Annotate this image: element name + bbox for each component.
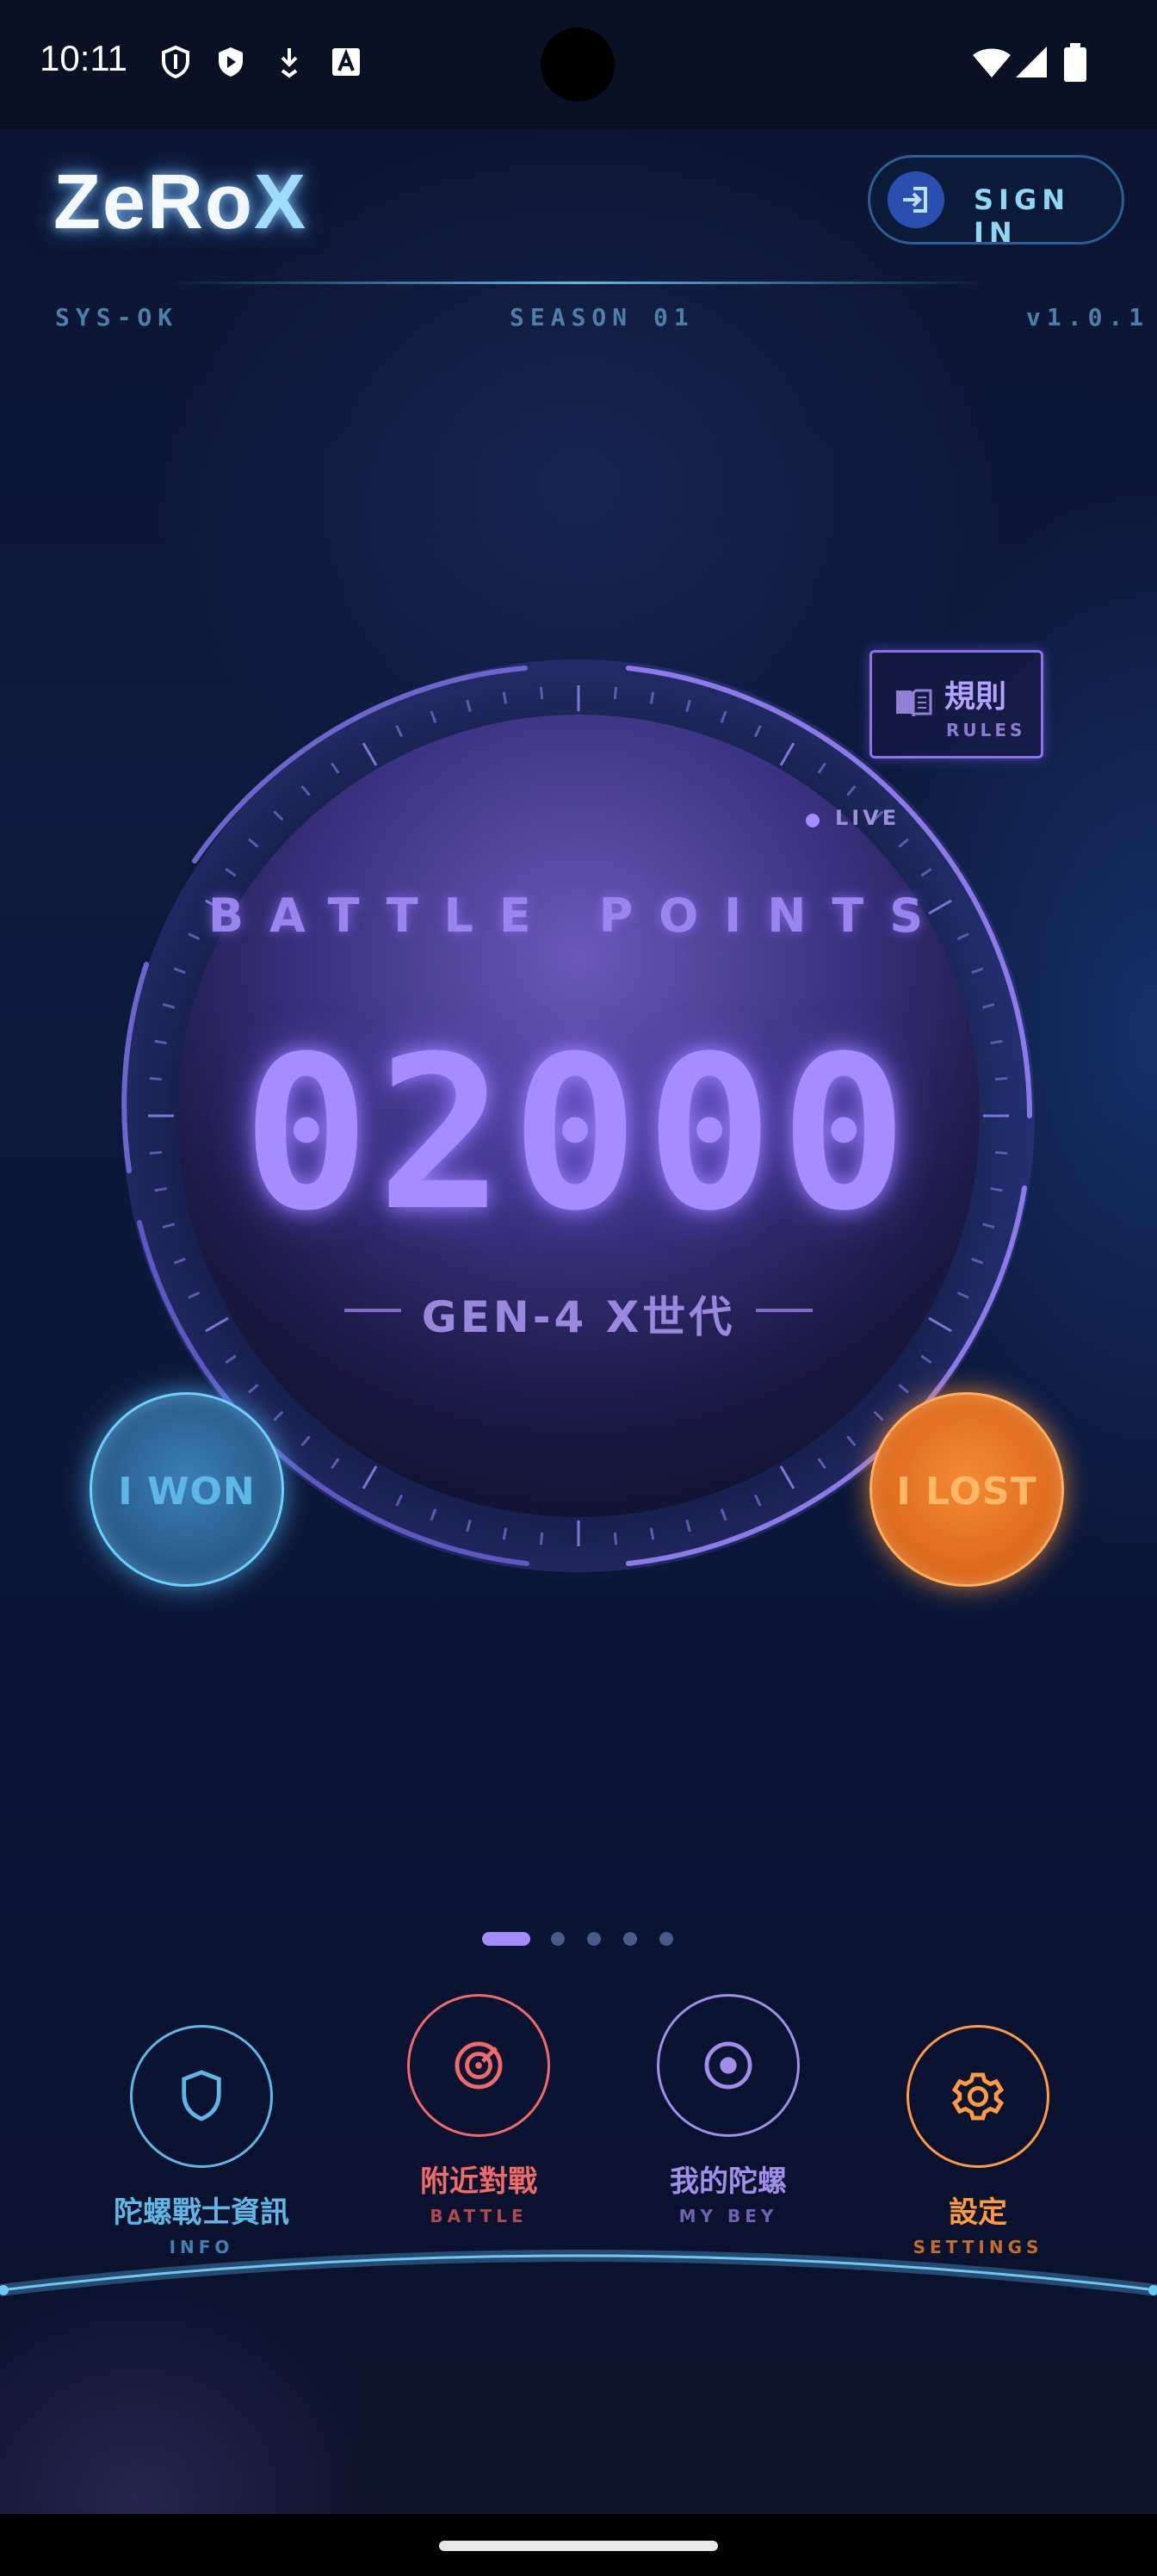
live-label: LIVE xyxy=(835,806,900,830)
gear-icon xyxy=(951,2072,1005,2121)
shield-outline-icon xyxy=(162,45,189,79)
generation-rule-right xyxy=(756,1309,813,1312)
nav-label-my-bey: 我的陀螺 xyxy=(670,2164,787,2199)
nav-item-my-bey[interactable]: 我的陀螺 MY BEY xyxy=(599,1994,857,2235)
app-logo: ZeRoX xyxy=(53,159,308,245)
live-indicator-dot xyxy=(806,814,820,827)
status-time: 10:11 xyxy=(40,38,127,78)
target-icon xyxy=(455,2041,503,2090)
book-icon xyxy=(896,689,932,717)
nav-label-battle: 附近對戰 xyxy=(420,2164,537,2199)
spinner-dot-icon xyxy=(704,2041,752,2090)
header-divider xyxy=(169,282,988,284)
login-icon xyxy=(888,171,944,228)
page-dot[interactable] xyxy=(551,1932,565,1946)
rules-sublabel: RULES xyxy=(946,720,1026,740)
nav-sub-info: INFO xyxy=(169,2237,234,2257)
wifi-icon xyxy=(973,48,1011,77)
page-dot[interactable] xyxy=(623,1932,637,1946)
version-label: v1.0.1 xyxy=(1026,303,1150,331)
gesture-handle[interactable] xyxy=(439,2541,718,2551)
nav-label-settings: 設定 xyxy=(949,2195,1007,2230)
battle-points-title: BATTLE POINTS xyxy=(207,889,950,943)
sign-in-label: SIGN IN xyxy=(974,183,1070,249)
battery-icon xyxy=(1064,43,1086,82)
shield-icon xyxy=(182,2070,221,2121)
rules-button[interactable]: 規則 RULES xyxy=(869,650,1043,759)
nav-sub-battle: BATTLE xyxy=(430,2206,528,2226)
font-a-icon xyxy=(332,48,360,76)
nav-sub-my-bey: MY BEY xyxy=(678,2206,778,2226)
sign-in-button[interactable]: SIGN IN xyxy=(868,155,1124,249)
download-icon xyxy=(281,48,298,78)
gauge-tick xyxy=(613,686,618,699)
i-lost-button[interactable]: I LOST xyxy=(869,1392,1064,1587)
nav-item-battle[interactable]: 附近對戰 BATTLE xyxy=(350,1994,608,2235)
system-status: SYS-OK xyxy=(55,303,179,331)
front-camera xyxy=(541,28,615,102)
cell-signal-icon xyxy=(1016,46,1047,77)
page-dot[interactable] xyxy=(587,1932,601,1946)
nav-item-info[interactable]: 陀螺戰士資訊 INFO xyxy=(72,2025,331,2266)
nav-label-info: 陀螺戰士資訊 xyxy=(114,2195,289,2230)
nav-item-settings[interactable]: 設定 SETTINGS xyxy=(849,2025,1107,2266)
i-won-button[interactable]: I WON xyxy=(90,1392,284,1587)
page-dot-active[interactable] xyxy=(482,1932,530,1946)
battle-points-value: 02000 xyxy=(242,1012,915,1258)
season-label: SEASON 01 xyxy=(510,303,695,331)
generation-label: GEN-4 X世代 xyxy=(421,1292,736,1342)
rules-label: 規則 xyxy=(944,679,1007,715)
page-dot[interactable] xyxy=(659,1932,673,1946)
nav-sub-settings: SETTINGS xyxy=(913,2237,1043,2257)
shield-play-icon xyxy=(219,47,243,77)
gauge-tick xyxy=(613,1533,618,1545)
